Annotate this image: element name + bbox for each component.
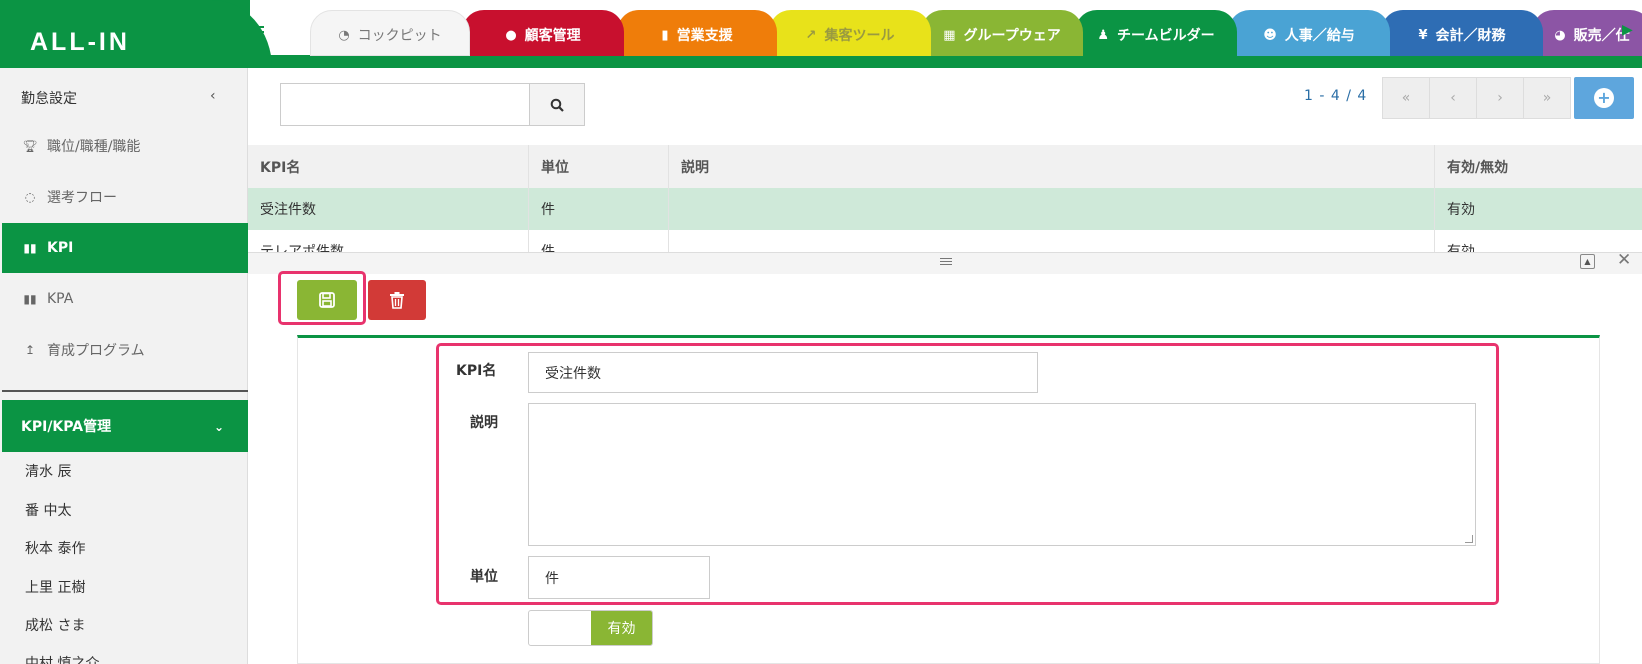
comments-icon: ●: [505, 27, 517, 43]
user-list-item[interactable]: 番 中太: [25, 500, 71, 520]
tab-0[interactable]: ◔ コックピット: [310, 10, 470, 56]
user-list-item[interactable]: 成松 さま: [25, 615, 85, 635]
trash-icon: [390, 292, 404, 309]
tab-7[interactable]: ¥ 会計／財務: [1381, 10, 1543, 56]
sidebar-item-label: 育成プログラム: [47, 343, 145, 359]
pager-count: 1 - 4 / 4: [1304, 88, 1368, 104]
comments-icon: ◌: [24, 190, 36, 204]
tab-5[interactable]: ♟ チームビルダー: [1075, 10, 1237, 56]
user-list-item[interactable]: 中村 慎之介: [25, 653, 99, 664]
pie-chart-icon: ◕: [1554, 27, 1566, 43]
column-header[interactable]: 単位: [529, 145, 669, 188]
table-cell: 有効: [1447, 202, 1475, 218]
tab-2[interactable]: ▮ 営業支援: [617, 10, 777, 56]
arrow-up-icon: ↥: [24, 343, 36, 357]
table-row[interactable]: 受注件数 件 有効: [248, 188, 1642, 230]
table-cell: 有効: [1447, 244, 1475, 252]
user-plus-icon: ♟: [1097, 27, 1110, 43]
dashboard-icon: ◔: [338, 27, 350, 43]
sidebar-section-kpi-kpa[interactable]: KPI/KPA管理 ⌄: [2, 400, 248, 452]
sidebar-item-training-program[interactable]: ↥ 育成プログラム: [2, 325, 248, 375]
table-cell: 件: [529, 230, 669, 252]
yen-icon: ¥: [1418, 27, 1428, 43]
tabs-scroll-right-icon[interactable]: ▶: [1622, 22, 1633, 38]
drag-handle-icon[interactable]: [940, 258, 952, 267]
table-cell: テレアポ件数: [248, 230, 529, 252]
description-textarea[interactable]: [528, 403, 1476, 546]
line-chart-icon: ↗: [805, 27, 817, 43]
table-row[interactable]: テレアポ件数 件 有効: [248, 230, 1642, 252]
table-cell: 件: [529, 188, 669, 230]
sidebar-item-label: KPI: [47, 240, 74, 256]
tab-1[interactable]: ● 顧客管理: [462, 10, 624, 56]
column-header[interactable]: KPI名: [248, 145, 529, 188]
tab-4[interactable]: ▦ グループウェア: [921, 10, 1083, 56]
table-cell: [669, 230, 1435, 252]
add-button[interactable]: +: [1574, 77, 1634, 119]
column-header[interactable]: 説明: [669, 145, 1435, 188]
sidebar-item-selection-flow[interactable]: ◌ 選考フロー: [2, 172, 248, 222]
sidebar-item-label: 選考フロー: [47, 190, 117, 206]
app-logo[interactable]: ALL-IN: [30, 28, 130, 57]
table-cell: [669, 188, 1435, 230]
calendar-icon: ▦: [943, 27, 956, 43]
hamburger-menu-icon[interactable]: [250, 26, 264, 38]
tab-3[interactable]: ↗ 集客ツール: [769, 10, 931, 56]
kpi-table: KPI名 単位 説明 有効/無効 受注件数 件 有効 テレアポ件数 件 有効: [248, 145, 1642, 252]
floppy-disk-icon: [319, 292, 335, 308]
sidebar-item-position[interactable]: 🏆︎ 職位/職種/職能: [2, 121, 248, 171]
unit-field[interactable]: 件: [528, 556, 710, 599]
column-header[interactable]: 有効/無効: [1435, 145, 1642, 188]
unit-label: 単位: [470, 569, 498, 585]
active-toggle[interactable]: 有効: [528, 610, 653, 646]
trophy-icon: 🏆︎: [22, 139, 38, 153]
sidebar-divider: [2, 390, 248, 392]
last-page-button[interactable]: »: [1523, 77, 1571, 119]
users-icon: ☻: [1263, 27, 1277, 43]
sidebar-header: 勤怠設定: [21, 91, 77, 107]
sidebar-item-label: KPA: [47, 291, 74, 307]
toggle-on-label: 有効: [591, 611, 652, 645]
tab-label: グループウェア: [963, 28, 1061, 44]
tab-6[interactable]: ☻ 人事／給与: [1228, 10, 1390, 56]
first-page-button[interactable]: «: [1382, 77, 1430, 119]
maximize-icon[interactable]: ▲: [1580, 254, 1595, 269]
resize-handle-icon[interactable]: [1465, 535, 1473, 543]
sidebar: 勤怠設定 ‹ 🏆︎ 職位/職種/職能 ◌ 選考フロー ▮▮ KPI ▮▮ KPA…: [0, 68, 248, 664]
tab-label: 人事／給与: [1284, 28, 1355, 44]
search-icon: [550, 98, 564, 112]
search-button[interactable]: [529, 83, 585, 126]
table-cell: 受注件数: [248, 188, 529, 230]
tab-label: 集客ツール: [824, 28, 895, 44]
plus-circle-icon: +: [1594, 88, 1614, 108]
chevron-left-icon[interactable]: ‹: [210, 88, 216, 104]
close-icon[interactable]: ✕: [1617, 250, 1631, 270]
sidebar-item-label: 職位/職種/職能: [47, 139, 141, 155]
search-input[interactable]: [280, 83, 530, 126]
description-label: 説明: [470, 415, 498, 431]
tab-label: コックピット: [357, 28, 442, 44]
tab-label: 営業支援: [676, 28, 733, 44]
top-header: ALL-IN ◔ コックピット ● 顧客管理 ▮ 営業支援 ↗ 集客ツール ▦ グループウェア ♟ チ…: [0, 0, 1642, 68]
user-list-item[interactable]: 上里 正樹: [25, 577, 85, 597]
user-list-item[interactable]: 清水 辰: [25, 461, 71, 481]
sidebar-item-kpa[interactable]: ▮▮ KPA: [2, 274, 248, 324]
tab-label: 顧客管理: [524, 28, 581, 44]
sidebar-item-kpi[interactable]: ▮▮ KPI: [2, 223, 248, 273]
bar-chart-icon: ▮▮: [23, 241, 37, 255]
tab-label: チームビルダー: [1117, 28, 1215, 44]
delete-button[interactable]: [368, 280, 426, 320]
tab-label: 会計／財務: [1435, 28, 1506, 44]
next-page-button[interactable]: ›: [1476, 77, 1524, 119]
save-button[interactable]: [297, 280, 357, 320]
table-header-row: KPI名 単位 説明 有効/無効: [248, 145, 1642, 188]
kpi-name-field[interactable]: 受注件数: [528, 352, 1038, 393]
section-title: KPI/KPA管理: [21, 419, 112, 435]
user-list-item[interactable]: 秋本 泰作: [25, 538, 85, 558]
chevron-down-icon: ⌄: [213, 420, 224, 434]
prev-page-button[interactable]: ‹: [1429, 77, 1477, 119]
bar-chart-icon: ▮▮: [23, 292, 37, 306]
bar-chart-icon: ▮: [661, 27, 669, 43]
kpi-name-label: KPI名: [456, 363, 497, 379]
